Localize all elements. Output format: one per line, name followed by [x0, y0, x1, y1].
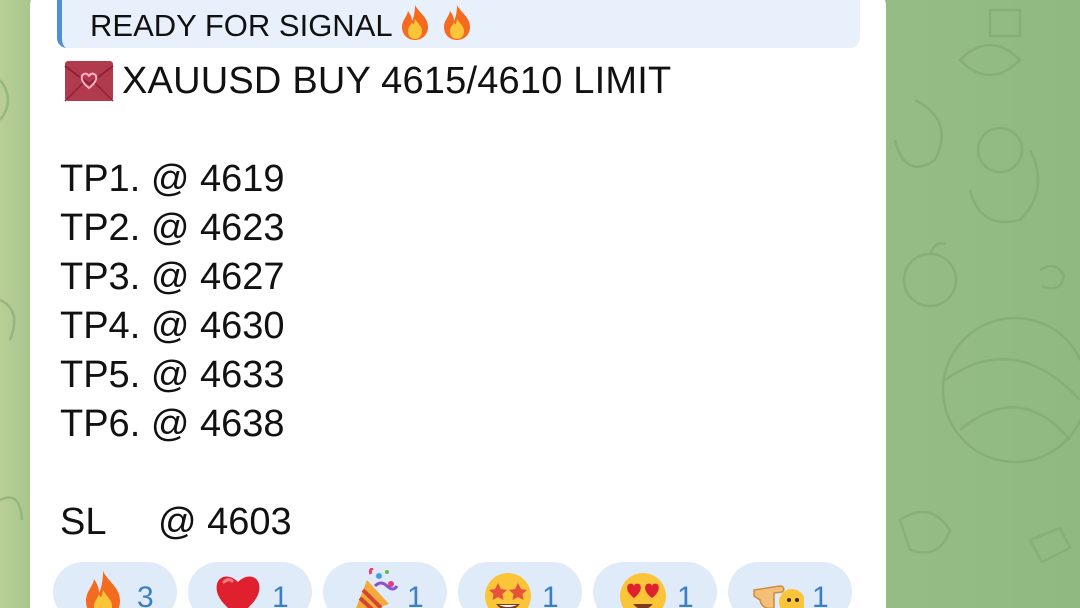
reaction-fire[interactable]: 3: [53, 562, 177, 608]
take-profit-line: TP6. @ 4638: [60, 402, 284, 446]
take-profit-line: TP1. @ 4619: [60, 157, 284, 201]
take-profit-value: @ 4633: [150, 354, 285, 396]
love-letter-icon: [64, 61, 114, 102]
reaction-count: 3: [137, 581, 154, 608]
reaction-count: 1: [407, 581, 424, 608]
red-heart-icon: [216, 576, 260, 608]
reply-quote-text-row: READY FOR SIGNAL: [90, 2, 477, 43]
take-profit-label: TP1.: [60, 158, 141, 200]
reply-quote[interactable]: READY FOR SIGNAL: [57, 0, 860, 48]
take-profit-line: TP5. @ 4633: [60, 353, 284, 397]
reply-quote-text: READY FOR SIGNAL: [90, 8, 393, 43]
take-profit-label: TP5.: [60, 354, 141, 396]
take-profit-value: @ 4619: [150, 158, 285, 200]
reaction-heart-eyes[interactable]: 1: [593, 562, 717, 608]
pointing-hand-icon: [753, 585, 804, 608]
reaction-count: 1: [812, 581, 829, 608]
take-profit-line: TP2. @ 4623: [60, 206, 284, 250]
stop-loss-line: SL @ 4603: [60, 500, 292, 544]
take-profit-label: TP2.: [60, 207, 141, 249]
take-profit-label: TP6.: [60, 403, 141, 445]
take-profit-value: @ 4627: [150, 256, 285, 298]
take-profit-value: @ 4623: [150, 207, 285, 249]
fire-icon: [86, 571, 120, 608]
reaction-count: 1: [542, 581, 559, 608]
take-profit-line: TP3. @ 4627: [60, 255, 284, 299]
reaction-star-struck[interactable]: 1: [458, 562, 582, 608]
signal-title: XAUUSD BUY 4615/4610 LIMIT: [122, 59, 672, 102]
reaction-pointing[interactable]: 1: [728, 562, 852, 608]
signal-headline: XAUUSD BUY 4615/4610 LIMIT: [64, 58, 671, 104]
stop-loss-label: SL: [60, 501, 107, 543]
take-profit-line: TP4. @ 4630: [60, 304, 284, 348]
heart-eyes-icon: [620, 573, 666, 608]
star-struck-icon: [485, 573, 531, 608]
take-profit-label: TP4.: [60, 305, 141, 347]
take-profit-value: @ 4630: [150, 305, 285, 347]
reaction-party[interactable]: 1: [323, 562, 447, 608]
fire-icon: [443, 5, 470, 40]
reaction-heart[interactable]: 1: [188, 562, 312, 608]
party-popper-icon: [356, 568, 399, 608]
stop-loss-value: @ 4603: [158, 501, 292, 543]
reaction-count: 1: [272, 581, 289, 608]
take-profit-value: @ 4638: [150, 403, 285, 445]
reaction-count: 1: [677, 581, 694, 608]
fire-icon: [401, 5, 428, 40]
take-profit-label: TP3.: [60, 256, 141, 298]
